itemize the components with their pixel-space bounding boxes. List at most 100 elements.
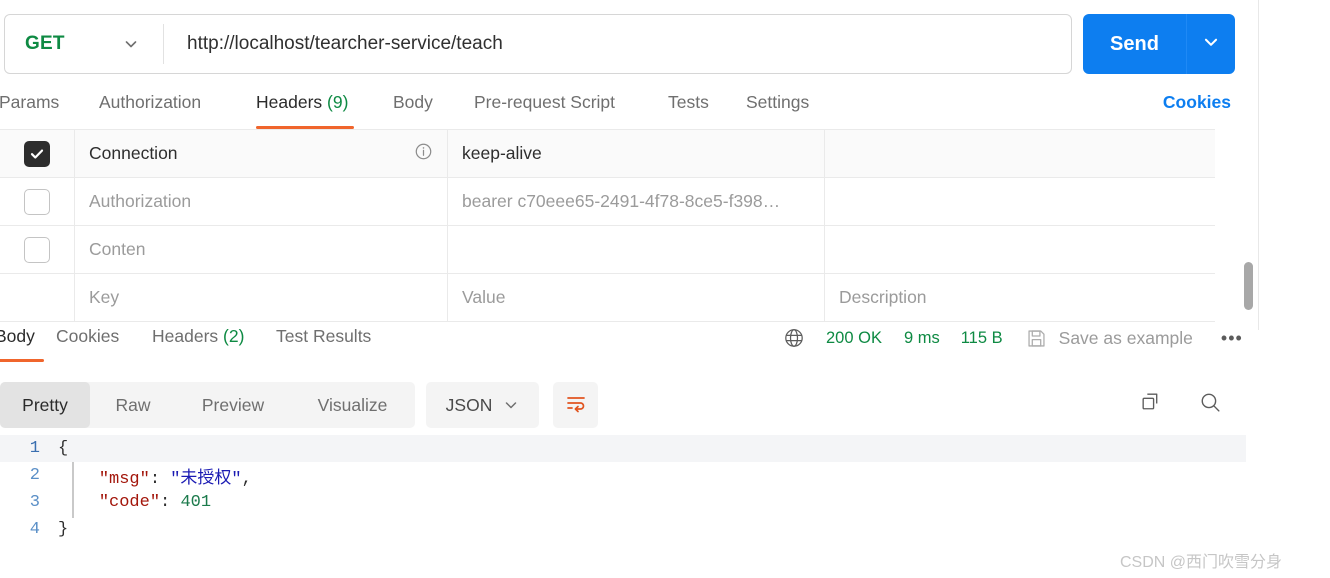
- tab-label: Params: [0, 92, 60, 112]
- json-number-value: 401: [180, 493, 212, 512]
- header-description-cell[interactable]: [825, 226, 1215, 273]
- new-key-cell[interactable]: Key: [75, 274, 448, 321]
- header-value-cell[interactable]: bearer c70eee65-2491-4f78-8ce5-f398…: [448, 178, 825, 225]
- header-description-cell[interactable]: [825, 178, 1215, 225]
- postman-request-response-view: GET Send Params Authorization Headers (9…: [0, 0, 1330, 578]
- line-number: 2: [29, 466, 40, 485]
- header-description-cell[interactable]: [825, 130, 1215, 177]
- search-button[interactable]: [1190, 382, 1230, 428]
- http-method-selector[interactable]: GET: [5, 15, 163, 73]
- line-number: 4: [29, 520, 40, 539]
- tab-pre-request-script[interactable]: Pre-request Script: [474, 92, 615, 130]
- send-button-label: Send: [1110, 32, 1159, 55]
- tab-body[interactable]: Body: [393, 92, 433, 130]
- response-view-toolbar: Pretty Raw Preview Visualize JSON: [0, 382, 1330, 428]
- status-code: 200 OK: [826, 328, 882, 347]
- right-panel-divider: [1258, 0, 1259, 330]
- tab-label: Headers: [152, 326, 219, 346]
- code-line: 3 "code": 401: [0, 489, 1246, 516]
- header-key-cell[interactable]: Authorization: [75, 178, 448, 225]
- response-tab-body[interactable]: Body: [0, 326, 35, 347]
- tab-label: Headers: [256, 92, 323, 112]
- header-key-text: Conten: [89, 239, 146, 259]
- line-content: }: [58, 520, 69, 539]
- line-number: 1: [29, 439, 40, 458]
- tab-authorization[interactable]: Authorization: [99, 92, 201, 130]
- send-button[interactable]: Send: [1083, 14, 1235, 74]
- tab-count: (2): [223, 326, 245, 346]
- tab-label: Test Results: [276, 326, 372, 346]
- tab-headers[interactable]: Headers (9): [256, 92, 348, 130]
- tab-tests[interactable]: Tests: [668, 92, 709, 130]
- response-tab-headers[interactable]: Headers (2): [152, 326, 244, 347]
- row-checkbox-cell[interactable]: [0, 130, 75, 177]
- wrap-lines-icon: [564, 391, 588, 420]
- save-disk-icon[interactable]: [1026, 328, 1047, 349]
- code-line: 2 "msg": "未授权",: [0, 462, 1246, 489]
- checkbox-checked[interactable]: [24, 140, 50, 167]
- tab-label: Pre-request Script: [474, 92, 616, 112]
- header-key-cell[interactable]: Conten: [75, 226, 448, 273]
- url-input[interactable]: [164, 15, 1071, 73]
- header-value-cell[interactable]: keep-alive: [448, 130, 825, 177]
- view-mode-label: Raw: [115, 394, 151, 415]
- header-value-cell[interactable]: [448, 226, 825, 273]
- response-more-options-button[interactable]: •••: [1221, 328, 1243, 349]
- copy-button[interactable]: [1131, 382, 1171, 428]
- tab-label: Authorization: [99, 92, 202, 112]
- line-number: 3: [29, 493, 40, 512]
- response-tab-bar: Body Cookies Headers (2) Test Results 20…: [0, 326, 1330, 378]
- view-mode-raw[interactable]: Raw: [90, 382, 176, 428]
- wrap-lines-button[interactable]: [553, 382, 598, 428]
- url-input-group: GET: [4, 14, 1072, 74]
- checkbox-unchecked[interactable]: [24, 188, 50, 215]
- table-row[interactable]: Conten: [0, 225, 1215, 274]
- view-mode-pretty[interactable]: Pretty: [0, 382, 90, 428]
- headers-table: Connection keep-alive Authorization bear…: [0, 129, 1215, 322]
- response-format-label: JSON: [445, 394, 493, 415]
- chevron-down-icon: [1202, 33, 1220, 56]
- active-response-tab-underline: [0, 359, 44, 362]
- table-row-new[interactable]: Key Value Description: [0, 273, 1215, 322]
- info-circle-icon[interactable]: [414, 142, 433, 166]
- checkbox-unchecked[interactable]: [24, 236, 50, 263]
- url-bar: GET Send: [0, 0, 1330, 88]
- new-description-cell[interactable]: Description: [825, 274, 1215, 321]
- view-mode-label: Preview: [201, 394, 265, 415]
- tab-settings[interactable]: Settings: [746, 92, 809, 130]
- table-row[interactable]: Connection keep-alive: [0, 129, 1215, 178]
- row-checkbox-cell[interactable]: [0, 178, 75, 225]
- headers-table-scrollbar-thumb[interactable]: [1244, 262, 1253, 310]
- tab-label: Tests: [668, 92, 709, 112]
- chevron-down-icon: [503, 397, 519, 413]
- response-tab-test-results[interactable]: Test Results: [276, 326, 371, 347]
- new-value-cell[interactable]: Value: [448, 274, 825, 321]
- row-checkbox-cell[interactable]: [0, 226, 75, 273]
- save-as-example-button[interactable]: Save as example: [1059, 328, 1193, 349]
- tab-label: Settings: [746, 92, 810, 112]
- view-mode-visualize[interactable]: Visualize: [290, 382, 415, 428]
- send-options-button[interactable]: [1187, 14, 1235, 74]
- table-row[interactable]: Authorization bearer c70eee65-2491-4f78-…: [0, 177, 1215, 226]
- response-view-mode-group: Pretty Raw Preview Visualize: [0, 382, 415, 428]
- tab-params[interactable]: Params: [0, 92, 59, 130]
- response-body-code[interactable]: 1 { 2 "msg": "未授权", 3 "code": 401 4 }: [0, 435, 1246, 545]
- json-string-value: "未授权": [170, 469, 242, 489]
- tab-label: Body: [0, 326, 35, 346]
- line-content: "msg": "未授权",: [98, 469, 252, 489]
- http-method-label: GET: [25, 33, 65, 54]
- json-key: "code": [98, 493, 161, 512]
- tab-label: Body: [393, 92, 433, 112]
- response-status-bar: 200 OK 9 ms 115 B Save as example •••: [783, 327, 1243, 349]
- response-tab-cookies[interactable]: Cookies: [56, 326, 119, 347]
- copy-icon: [1139, 390, 1164, 420]
- json-key: "msg": [98, 469, 150, 489]
- cookies-link[interactable]: Cookies: [1163, 92, 1231, 113]
- new-description-placeholder: Description: [839, 287, 927, 307]
- view-mode-preview[interactable]: Preview: [176, 382, 290, 428]
- response-size: 115 B: [960, 328, 1003, 347]
- search-icon: [1198, 390, 1223, 420]
- header-key-cell[interactable]: Connection: [75, 130, 448, 177]
- view-mode-label: Pretty: [22, 394, 68, 415]
- response-format-selector[interactable]: JSON: [426, 382, 539, 428]
